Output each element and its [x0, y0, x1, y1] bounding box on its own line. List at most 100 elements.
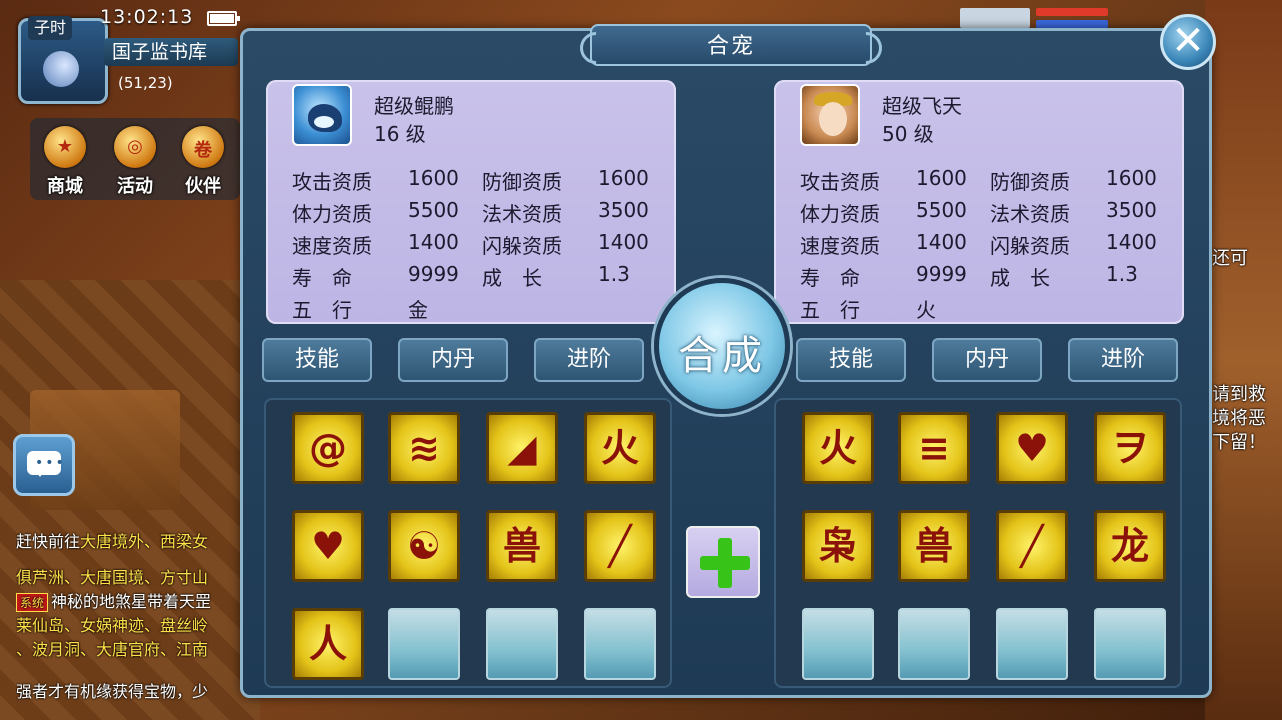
background-wall — [1205, 0, 1282, 720]
pet-card-left: 超级鲲鹏 16 级 攻击资质 1600 防御资质 1600 体力资质 5500 … — [266, 80, 676, 324]
signal-skill-icon[interactable]: ◢ — [486, 412, 558, 484]
figure-skill-icon[interactable]: 人 — [292, 608, 364, 680]
fire-skill-icon[interactable]: 火 — [584, 412, 656, 484]
fire-skill-icon[interactable]: 火 — [802, 412, 874, 484]
rune-skill-icon[interactable]: ヲ — [1094, 412, 1166, 484]
beast-skill-icon[interactable]: 兽 — [486, 510, 558, 582]
yin-skill-icon[interactable]: ☯ — [388, 510, 460, 582]
chat-line: 俱芦洲、大唐国境、方寸山 — [16, 568, 209, 587]
chat-log[interactable]: 赶快前往大唐境外、西梁女 俱芦洲、大唐国境、方寸山 系统 神秘的地煞星带着天罡 莱… — [10, 512, 242, 712]
stat-label: 成 长 — [990, 266, 1050, 290]
side-text: 请到救 — [1212, 384, 1266, 405]
stat-value: 1600 — [1106, 166, 1157, 190]
empty-skill-slot[interactable] — [486, 608, 558, 680]
pet-name: 超级飞天 — [882, 94, 962, 118]
stat-value: 火 — [916, 298, 936, 322]
swirl-skill-icon[interactable]: @ — [292, 412, 364, 484]
empty-skill-slot[interactable] — [1094, 608, 1166, 680]
side-text: 下留！ — [1212, 432, 1266, 453]
stat-label: 速度资质 — [292, 234, 372, 258]
stat-label: 攻击资质 — [292, 170, 372, 194]
stat-value: 1400 — [916, 230, 967, 254]
dragon-skill-icon[interactable]: 龙 — [1094, 510, 1166, 582]
stat-label: 速度资质 — [800, 234, 880, 258]
tab-advance-right[interactable]: 进阶 — [1068, 338, 1178, 382]
slash-skill-icon[interactable]: ╱ — [996, 510, 1068, 582]
empty-skill-slot[interactable] — [898, 608, 970, 680]
pet-avatar[interactable] — [292, 84, 352, 146]
stat-label: 五 行 — [292, 298, 352, 322]
skill-grid-left: @ ≋ ◢ 火 ♥ ☯ 兽 ╱ 人 — [264, 398, 672, 688]
add-pet-button[interactable] — [686, 526, 760, 598]
tab-advance-left[interactable]: 进阶 — [534, 338, 644, 382]
stat-value: 9999 — [916, 262, 967, 286]
stat-value: 1600 — [598, 166, 649, 190]
empty-skill-slot[interactable] — [802, 608, 874, 680]
stat-value: 1400 — [598, 230, 649, 254]
pet-level: 50 级 — [882, 122, 934, 146]
stat-value: 1.3 — [1106, 262, 1138, 286]
tab-inner-core-right[interactable]: 内丹 — [932, 338, 1042, 382]
stat-value: 5500 — [408, 198, 459, 222]
chat-line: 莱仙岛、女娲神迹、盘丝岭 — [16, 616, 209, 635]
side-text: 境将恶 — [1212, 408, 1266, 429]
empty-skill-slot[interactable] — [388, 608, 460, 680]
pet-name: 超级鲲鹏 — [374, 94, 454, 118]
stat-label: 闪躲资质 — [990, 234, 1070, 258]
close-button[interactable]: ✕ — [1160, 14, 1216, 70]
stat-label: 五 行 — [800, 298, 860, 322]
stat-label: 成 长 — [482, 266, 542, 290]
battery-icon — [207, 11, 240, 26]
bag-icon: ★ — [44, 126, 86, 168]
stat-value: 9999 — [408, 262, 459, 286]
gong-icon: ◎ — [114, 126, 156, 168]
wave-skill-icon[interactable]: ≋ — [388, 412, 460, 484]
stat-label: 防御资质 — [990, 170, 1070, 194]
stat-label: 法术资质 — [482, 202, 562, 226]
pet-card-right: 超级飞天 50 级 攻击资质 1600 防御资质 1600 体力资质 5500 … — [774, 80, 1184, 324]
tab-skills-left[interactable]: 技能 — [262, 338, 372, 382]
stat-value: 3500 — [598, 198, 649, 222]
stat-label: 体力资质 — [292, 202, 372, 226]
stat-value: 1400 — [1106, 230, 1157, 254]
stat-value: 1.3 — [598, 262, 630, 286]
dash-skill-icon[interactable]: ≡ — [898, 412, 970, 484]
side-text: 还可 — [1212, 248, 1248, 269]
chat-line: 、波月洞、大唐官府、江南 — [16, 640, 209, 659]
clock: 13:02:13 — [100, 6, 194, 28]
heart-skill-icon[interactable]: ♥ — [292, 510, 364, 582]
partner-button[interactable]: 卷 伙伴 — [172, 126, 234, 198]
chat-line: 强者才有机缘获得宝物，少 — [16, 682, 209, 701]
stat-value: 金 — [408, 298, 428, 322]
stat-label: 攻击资质 — [800, 170, 880, 194]
shop-button[interactable]: ★ 商城 — [34, 126, 96, 198]
chat-line: 系统 神秘的地煞星带着天罡 — [16, 588, 242, 612]
stat-value: 1400 — [408, 230, 459, 254]
chat-button[interactable]: ••• — [13, 434, 75, 496]
heart-skill-icon[interactable]: ♥ — [996, 412, 1068, 484]
chat-line: 赶快前往大唐境外、西梁女 — [16, 532, 209, 551]
pet-avatar[interactable] — [800, 84, 860, 146]
activity-button[interactable]: ◎ 活动 — [104, 126, 166, 198]
combine-button[interactable]: 合成 — [654, 278, 790, 414]
scroll-icon: 卷 — [182, 126, 224, 168]
pet-level: 16 级 — [374, 122, 426, 146]
tab-skills-right[interactable]: 技能 — [796, 338, 906, 382]
beast-skill-icon[interactable]: 兽 — [898, 510, 970, 582]
dialog-title: 合宠 — [706, 34, 755, 59]
quick-menu: ★ 商城 ◎ 活动 卷 伙伴 — [30, 118, 240, 200]
stat-value: 1600 — [916, 166, 967, 190]
empty-skill-slot[interactable] — [996, 608, 1068, 680]
map-coords: (51,23) — [118, 74, 173, 92]
stat-label: 寿 命 — [292, 266, 352, 290]
location-name[interactable]: 国子监书库 — [104, 38, 238, 66]
owl-skill-icon[interactable]: 枭 — [802, 510, 874, 582]
skill-grid-right: 火 ≡ ♥ ヲ枭兽 ╱ 龙 — [774, 398, 1182, 688]
stat-value: 5500 — [916, 198, 967, 222]
tab-inner-core-left[interactable]: 内丹 — [398, 338, 508, 382]
stat-label: 体力资质 — [800, 202, 880, 226]
stat-label: 防御资质 — [482, 170, 562, 194]
empty-skill-slot[interactable] — [584, 608, 656, 680]
slash-skill-icon[interactable]: ╱ — [584, 510, 656, 582]
shichen-label: 子时 — [28, 16, 72, 40]
